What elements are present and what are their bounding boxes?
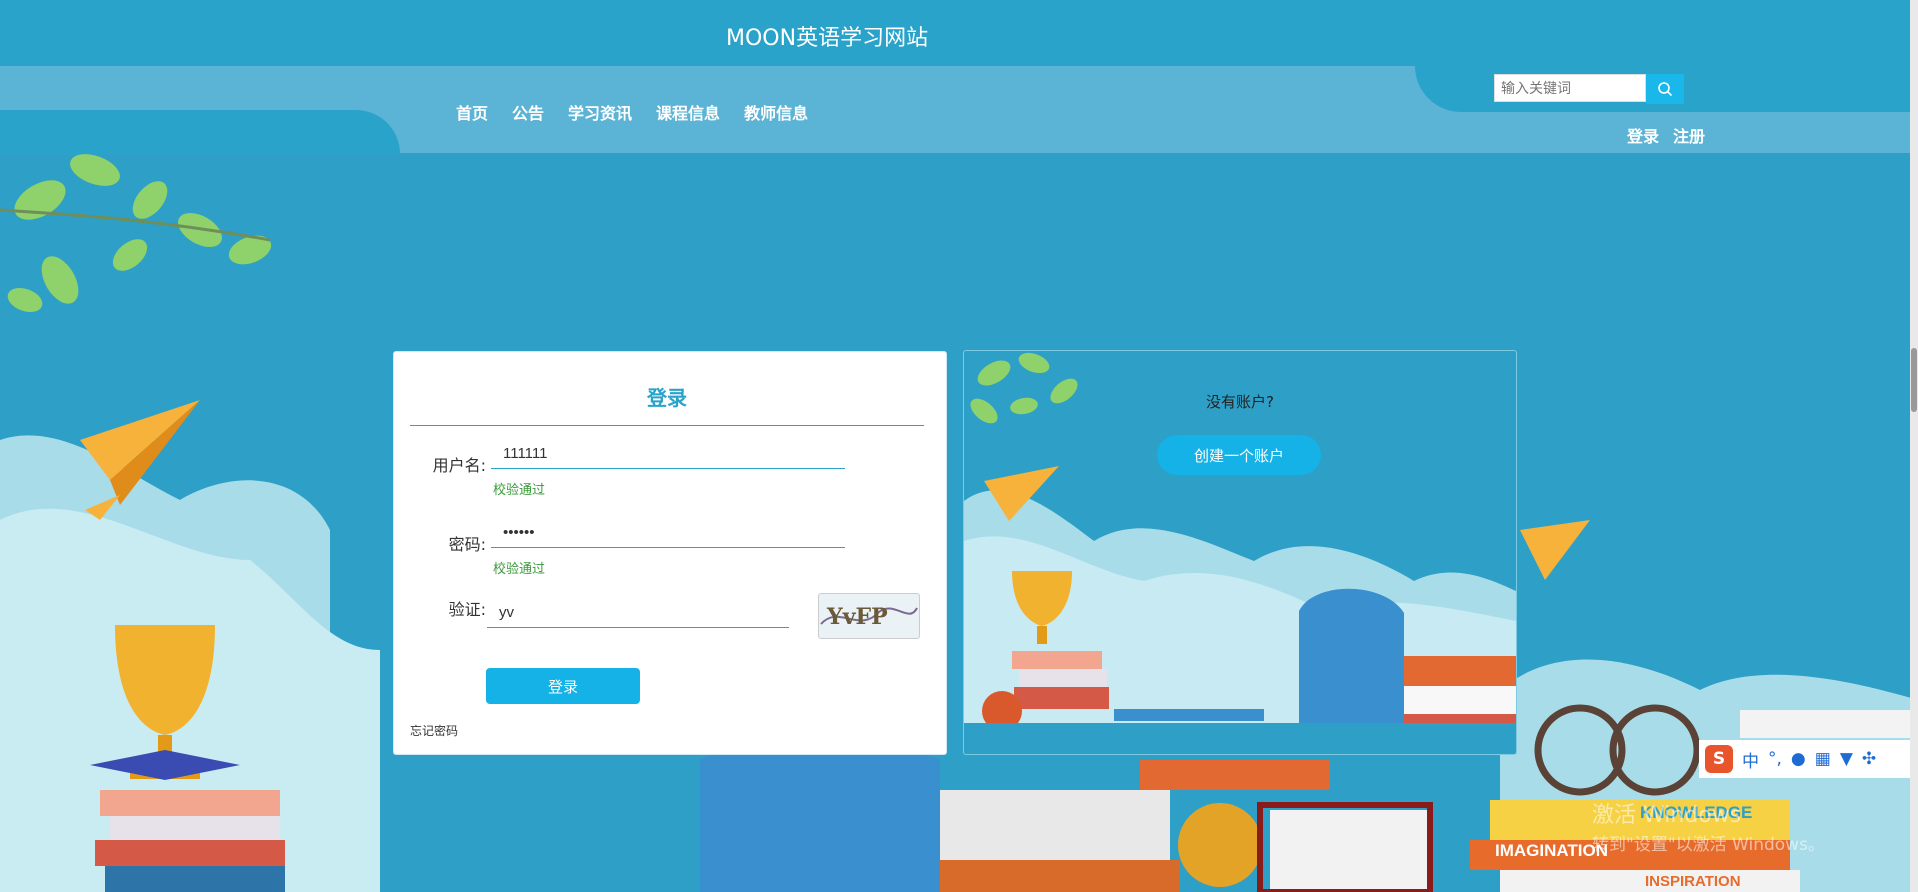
header-login-link[interactable]: 登录 xyxy=(1627,123,1659,147)
microphone-icon[interactable]: ● xyxy=(1791,749,1806,769)
punctuation-icon[interactable]: °, xyxy=(1768,749,1782,769)
auth-links: 登录 注册 xyxy=(1627,123,1705,147)
skin-icon[interactable]: ▼ xyxy=(1840,749,1853,769)
nav-item-home[interactable]: 首页 xyxy=(456,100,488,124)
username-validation: 校验通过 xyxy=(493,483,546,498)
site-title: MOON英语学习网站 xyxy=(726,26,929,51)
login-card: 登录 用户名: 校验通过 密码: 校验通过 验证: YvFP 登录 忘记密码 xyxy=(393,351,947,755)
password-validation: 校验通过 xyxy=(493,562,546,577)
activate-windows-watermark: 激活 Windows xyxy=(1592,803,1742,828)
captcha-noise-icon: YvFP xyxy=(820,604,918,630)
search-icon xyxy=(1658,82,1673,97)
nav-item-teachers[interactable]: 教师信息 xyxy=(744,100,808,124)
signup-panel: 没有账户? 创建一个账户 xyxy=(963,350,1517,755)
page-scrollbar-thumb[interactable] xyxy=(1911,348,1917,412)
main-nav: 首页 公告 学习资讯 课程信息 教师信息 xyxy=(456,100,808,124)
username-label: 用户名: xyxy=(432,456,486,475)
search-bar xyxy=(1494,74,1684,104)
nav-band-left-tab xyxy=(0,110,400,154)
page-scrollbar[interactable] xyxy=(1910,0,1918,892)
create-account-button[interactable]: 创建一个账户 xyxy=(1157,435,1321,475)
captcha-label: 验证: xyxy=(448,600,486,619)
nav-item-courses[interactable]: 课程信息 xyxy=(656,100,720,124)
svg-text:INSPIRATION: INSPIRATION xyxy=(1645,873,1741,890)
login-title: 登录 xyxy=(410,382,924,426)
top-header: MOON英语学习网站 xyxy=(0,0,1918,66)
forgot-password-link[interactable]: 忘记密码 xyxy=(410,722,458,739)
nav-item-announcements[interactable]: 公告 xyxy=(512,100,544,124)
header-register-link[interactable]: 注册 xyxy=(1673,123,1705,147)
captcha-text: YvFP xyxy=(826,604,888,630)
search-input[interactable] xyxy=(1494,74,1646,102)
activate-windows-hint: 转到"设置"以激活 Windows。 xyxy=(1592,835,1825,855)
captcha-image[interactable]: YvFP xyxy=(818,593,920,639)
ime-toolbar: S 中 °, ● ▦ ▼ ✣ xyxy=(1699,740,1918,778)
nav-item-study-news[interactable]: 学习资讯 xyxy=(568,100,632,124)
toolbox-icon[interactable]: ✣ xyxy=(1862,749,1876,769)
keyboard-icon[interactable]: ▦ xyxy=(1815,749,1831,769)
captcha-input[interactable] xyxy=(487,597,789,628)
password-input[interactable] xyxy=(491,517,845,548)
no-account-prompt: 没有账户? xyxy=(1206,393,1274,411)
password-label: 密码: xyxy=(448,535,486,554)
sogou-icon[interactable]: S xyxy=(1705,745,1733,773)
ime-mode-toggle[interactable]: 中 xyxy=(1742,747,1759,772)
search-button[interactable] xyxy=(1646,74,1684,104)
username-input[interactable] xyxy=(491,438,845,469)
login-button[interactable]: 登录 xyxy=(486,668,640,704)
